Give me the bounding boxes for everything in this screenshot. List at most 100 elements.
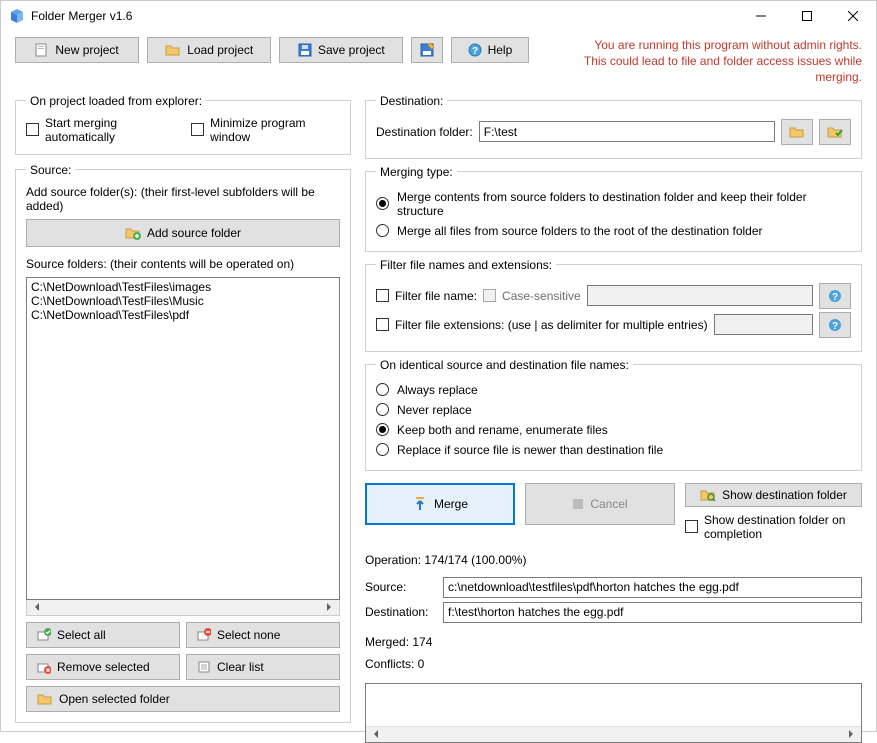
select-none-button[interactable]: Select none [186,622,340,648]
conflicts-count: Conflicts: 0 [365,657,862,671]
merge-label: Merge [434,497,468,511]
folder-open-icon [165,43,181,57]
admin-warning-line2: This could lead to file and folder acces… [537,53,862,85]
filter-ext-input[interactable] [714,314,813,335]
checkbox-icon [483,289,496,302]
window-title: Folder Merger v1.6 [31,9,738,23]
checkbox-icon [376,289,389,302]
load-project-button[interactable]: Load project [147,37,271,63]
open-destination-button[interactable] [819,119,851,145]
minimize-button[interactable] [738,1,784,31]
merge-keep-structure-radio[interactable]: Merge contents from source folders to de… [376,190,851,218]
identical-group: On identical source and destination file… [365,358,862,471]
list-item[interactable]: C:\NetDownload\TestFiles\Music [29,294,337,308]
list-item[interactable]: C:\NetDownload\TestFiles\pdf [29,308,337,322]
always-replace-radio[interactable]: Always replace [376,383,851,397]
svg-text:?: ? [832,321,838,332]
remove-selected-label: Remove selected [57,660,150,674]
keep-both-label: Keep both and rename, enumerate files [397,423,608,437]
show-on-completion-label: Show destination folder on completion [704,513,862,541]
new-project-icon [35,43,49,57]
browse-destination-button[interactable] [781,119,813,145]
horizontal-scrollbar[interactable] [366,726,861,742]
source-folders-list[interactable]: C:\NetDownload\TestFiles\images C:\NetDo… [26,277,340,600]
operation-status: Operation: 174/174 (100.00%) [365,553,862,567]
radio-icon [376,383,389,396]
select-all-icon [37,628,51,642]
show-on-completion-checkbox[interactable]: Show destination folder on completion [685,513,862,541]
folder-search-icon [700,488,716,502]
destination-input[interactable]: F:\test [479,121,775,142]
help-label: Help [488,43,513,57]
help-icon: ? [828,289,842,303]
titlebar: Folder Merger v1.6 [1,1,876,31]
filter-name-help-button[interactable]: ? [819,283,851,309]
list-item[interactable]: C:\NetDownload\TestFiles\images [29,280,337,294]
radio-icon [376,423,389,436]
merge-icon [412,496,428,512]
cancel-icon [572,498,584,510]
add-source-button[interactable]: Add source folder [26,219,340,247]
new-project-button[interactable]: New project [15,37,139,63]
maximize-button[interactable] [784,1,830,31]
filter-name-label: Filter file name: [395,289,477,303]
minimize-checkbox[interactable]: Minimize program window [191,116,340,144]
horizontal-scrollbar[interactable] [26,600,340,616]
status-source-value: c:\netdownload\testfiles\pdf\horton hatc… [443,577,862,598]
merge-button[interactable]: Merge [365,483,515,525]
never-replace-radio[interactable]: Never replace [376,403,851,417]
identical-legend: On identical source and destination file… [376,358,633,372]
minimize-label: Minimize program window [210,116,340,144]
save-project-button[interactable]: Save project [279,37,403,63]
show-destination-button[interactable]: Show destination folder [685,483,862,507]
radio-icon [376,443,389,456]
select-none-icon [197,628,211,642]
select-none-label: Select none [217,628,280,642]
folder-open-icon [37,692,53,706]
start-merging-checkbox[interactable]: Start merging automatically [26,116,181,144]
clear-icon [197,660,211,674]
start-merging-label: Start merging automatically [45,116,181,144]
case-sensitive-checkbox[interactable]: Case-sensitive [483,289,581,303]
filter-name-checkbox[interactable]: Filter file name: [376,289,477,303]
keep-both-radio[interactable]: Keep both and rename, enumerate files [376,423,851,437]
filter-ext-help-button[interactable]: ? [819,312,851,338]
newer-replace-label: Replace if source file is newer than des… [397,443,663,457]
load-project-label: Load project [187,43,253,57]
on-load-group: On project loaded from explorer: Start m… [15,94,351,155]
never-replace-label: Never replace [397,403,472,417]
help-icon: ? [828,318,842,332]
merge-to-root-radio[interactable]: Merge all files from source folders to t… [376,224,851,238]
newer-replace-radio[interactable]: Replace if source file is newer than des… [376,443,851,457]
save-as-icon [420,43,434,57]
cancel-button[interactable]: Cancel [525,483,675,525]
clear-list-button[interactable]: Clear list [186,654,340,680]
destination-legend: Destination: [376,94,447,108]
add-source-label: Add source folder [147,226,241,240]
clear-list-label: Clear list [217,660,264,674]
always-replace-label: Always replace [397,383,478,397]
merged-count: Merged: 174 [365,635,862,649]
open-selected-button[interactable]: Open selected folder [26,686,340,712]
source-list-desc: Source folders: (their contents will be … [26,257,340,271]
folder-check-icon [827,125,843,139]
destination-label: Destination folder: [376,125,473,139]
destination-group: Destination: Destination folder: F:\test [365,94,862,159]
radio-icon [376,224,389,237]
help-button[interactable]: ? Help [451,37,529,63]
save-as-button[interactable] [411,37,443,63]
remove-selected-button[interactable]: Remove selected [26,654,180,680]
folder-add-icon [125,226,141,240]
merging-type-legend: Merging type: [376,165,457,179]
merge-keep-structure-label: Merge contents from source folders to de… [397,190,851,218]
filter-name-input[interactable] [587,285,813,306]
filter-ext-checkbox[interactable]: Filter file extensions: (use | as delimi… [376,318,708,332]
app-icon [9,8,25,24]
open-selected-label: Open selected folder [59,692,170,706]
svg-text:?: ? [832,292,838,303]
svg-text:?: ? [472,46,478,57]
log-textarea[interactable] [365,683,862,743]
admin-warning-line1: You are running this program without adm… [537,37,862,53]
close-button[interactable] [830,1,876,31]
select-all-button[interactable]: Select all [26,622,180,648]
